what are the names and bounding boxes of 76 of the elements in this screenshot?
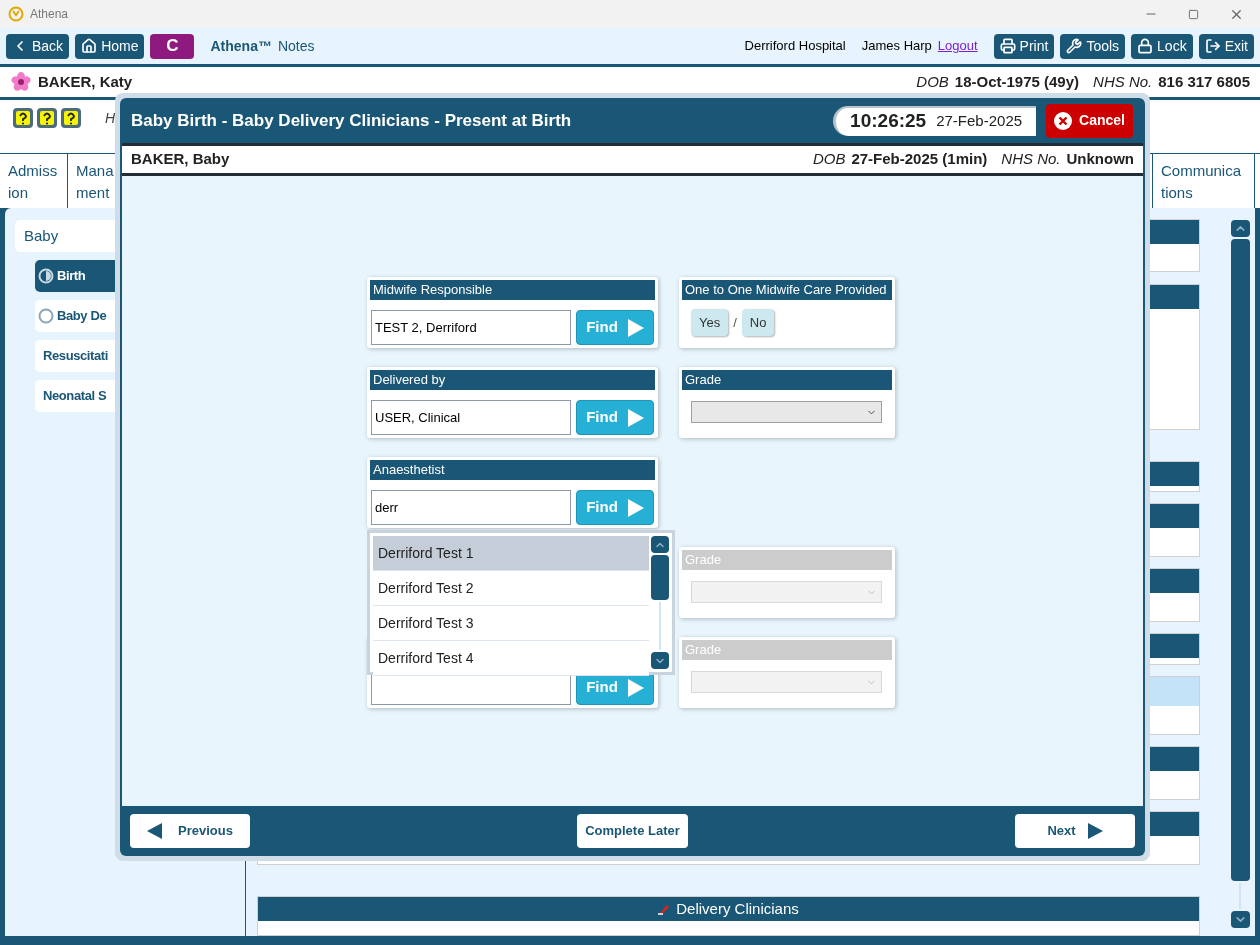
- house-icon: [81, 38, 98, 54]
- nav-tab[interactable]: Mana ment: [68, 154, 115, 208]
- print-button[interactable]: Print: [993, 33, 1055, 59]
- name-input[interactable]: derr: [371, 490, 571, 525]
- exit-button[interactable]: Exit: [1198, 33, 1254, 59]
- nhs-value: Unknown: [1066, 149, 1134, 170]
- field-label: Delivered by: [370, 370, 655, 390]
- scroll-up-button[interactable]: [651, 536, 669, 553]
- right-arrow-icon: [1087, 823, 1103, 839]
- scroll-down-button[interactable]: [1230, 911, 1250, 928]
- back-button[interactable]: Back: [6, 33, 70, 59]
- nhs-label: NHS No.: [1001, 149, 1061, 170]
- date-text: 27-Feb-2025: [936, 111, 1023, 132]
- play-arrow-icon: [627, 678, 644, 697]
- time-text: 10:26:25: [850, 109, 927, 134]
- scroll-thumb[interactable]: [651, 555, 669, 600]
- field-label: Anaesthetist: [370, 460, 655, 480]
- empty-circle-icon: [38, 308, 54, 324]
- grade-select[interactable]: [691, 401, 882, 423]
- door-exit-icon: [1204, 38, 1221, 54]
- sidebar-item[interactable]: Neonatal S: [35, 380, 115, 412]
- left-arrow-icon: [147, 823, 163, 839]
- pencil-icon: [658, 903, 671, 915]
- sidebar-heading[interactable]: Baby: [15, 220, 115, 252]
- info-text: H: [105, 109, 116, 128]
- user-name: James Harp: [861, 37, 932, 56]
- app-subtitle: Notes: [277, 36, 315, 56]
- dob-label: DOB: [812, 149, 846, 170]
- hospital-name: Derriford Hospital: [744, 37, 846, 56]
- flower-icon: [10, 72, 32, 92]
- window-title: Athena: [30, 6, 69, 23]
- scroll-thumb[interactable]: [1230, 239, 1250, 881]
- home-button[interactable]: Home: [75, 33, 145, 59]
- app-logo-icon: [8, 6, 24, 22]
- nhs-label: NHS No.: [1093, 71, 1153, 92]
- printer-icon: [999, 38, 1016, 54]
- close-circle-icon: [1054, 111, 1073, 130]
- maximize-icon[interactable]: [1188, 8, 1199, 20]
- sidebar-item[interactable]: Resuscitati: [35, 340, 115, 372]
- dob-value: 27-Feb-2025 (1min): [851, 149, 988, 170]
- lock-icon: [1137, 38, 1154, 54]
- dob-value: 18-Oct-1975 (49y): [954, 71, 1080, 92]
- cancel-button[interactable]: Cancel: [1046, 103, 1133, 138]
- complete-later-button[interactable]: Complete Later: [577, 814, 688, 848]
- toggle-option[interactable]: Yes: [691, 309, 729, 336]
- sidebar-item[interactable]: Baby De: [35, 300, 115, 332]
- scroll-up-button[interactable]: [1230, 220, 1250, 237]
- help-icon: [61, 108, 81, 128]
- field-label: Midwife Responsible: [370, 280, 655, 300]
- wrench-icon: [1066, 38, 1083, 54]
- name-input[interactable]: USER, Clinical: [371, 400, 571, 435]
- scroll-down-button[interactable]: [651, 652, 669, 669]
- field-label: One to One Midwife Care Provided: [682, 280, 892, 300]
- play-arrow-icon: [627, 408, 644, 427]
- lock-button[interactable]: Lock: [1131, 33, 1193, 59]
- suggestion-item[interactable]: Derriford Test 1: [373, 536, 649, 571]
- field-label: Grade: [682, 370, 892, 390]
- logout-link[interactable]: Logout: [937, 36, 978, 56]
- sidebar-item[interactable]: Birth: [35, 260, 115, 292]
- baby-name: BAKER, Baby: [131, 149, 230, 170]
- section-title: Delivery Clinicians: [676, 898, 799, 919]
- app-name: Athena™: [210, 36, 272, 56]
- name-input[interactable]: TEST 2, Derriford: [371, 310, 571, 345]
- play-arrow-icon: [627, 318, 644, 337]
- dob-label: DOB: [916, 71, 949, 92]
- toggle-option[interactable]: No: [741, 309, 775, 336]
- dialog-title: Baby Birth - Baby Delivery Clinicians - Present at Birth: [131, 109, 572, 132]
- separator-text: /: [733, 313, 737, 332]
- nhs-value: 816 317 6805: [1158, 71, 1250, 92]
- next-button[interactable]: Next: [1015, 814, 1135, 848]
- letter-button[interactable]: C: [150, 33, 195, 59]
- play-arrow-icon: [627, 498, 644, 517]
- half-circle-icon: [38, 268, 54, 284]
- previous-button[interactable]: Previous: [130, 814, 250, 848]
- patient-name: BAKER, Katy: [38, 71, 133, 92]
- tools-button[interactable]: Tools: [1060, 33, 1126, 59]
